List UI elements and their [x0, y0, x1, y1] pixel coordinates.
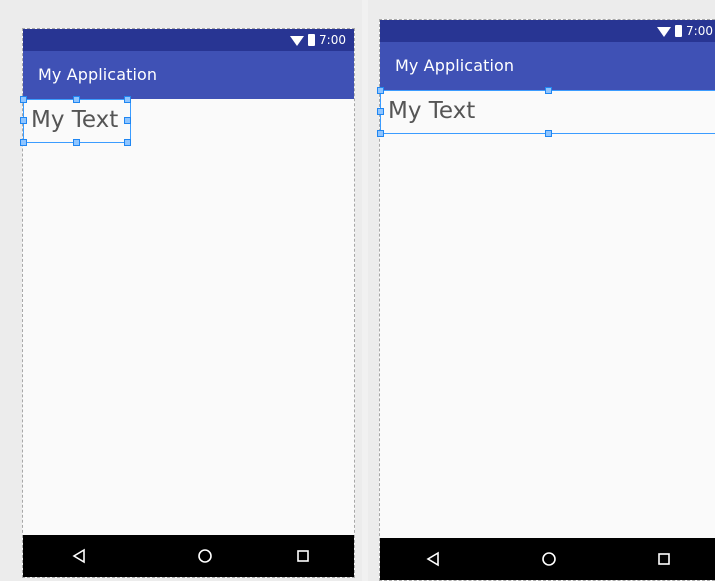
status-time: 7:00	[686, 24, 713, 38]
recent-apps-icon[interactable]	[650, 538, 678, 580]
selection-handle-top-middle[interactable]	[73, 96, 80, 103]
app-title: My Application	[38, 65, 158, 84]
status-icons: 7:00	[290, 32, 346, 48]
selection-handle-bottom-middle[interactable]	[545, 130, 552, 137]
status-time: 7:00	[319, 33, 346, 47]
home-icon[interactable]	[535, 538, 563, 580]
wifi-icon	[290, 35, 305, 46]
home-circle-icon	[542, 552, 556, 566]
back-triangle-icon	[72, 548, 85, 564]
recent-square-icon	[658, 553, 670, 565]
my-text-label[interactable]: My Text	[31, 106, 118, 134]
selection-handle-top-right[interactable]	[124, 96, 131, 103]
navigation-bar	[23, 535, 354, 577]
navigation-bar	[380, 538, 715, 580]
selection-handle-bottom-left[interactable]	[20, 139, 27, 146]
selection-handle-top-middle[interactable]	[545, 87, 552, 94]
app-title: My Application	[395, 56, 515, 75]
battery-icon	[675, 25, 683, 37]
home-circle-icon	[198, 549, 212, 563]
selection-handle-bottom-middle[interactable]	[73, 139, 80, 146]
back-triangle-icon	[426, 551, 439, 567]
back-icon[interactable]	[65, 535, 93, 577]
selection-handle-top-left[interactable]	[20, 96, 27, 103]
status-bar: 7:00	[380, 20, 715, 42]
content-area: My Text	[377, 87, 715, 538]
home-icon[interactable]	[191, 535, 219, 577]
right-device-preview: 7:00 My Application My Text	[377, 19, 715, 581]
status-bar: 7:00	[23, 29, 354, 51]
left-device-preview: 7:00 My Application My Text	[20, 28, 355, 578]
selection-handle-bottom-right[interactable]	[124, 139, 131, 146]
selection-handle-middle-left[interactable]	[20, 117, 27, 124]
selection-handle-bottom-left[interactable]	[377, 130, 384, 137]
wifi-icon	[657, 26, 672, 37]
back-icon[interactable]	[419, 538, 447, 580]
content-area: My Text	[20, 96, 354, 535]
selection-handle-middle-left[interactable]	[377, 108, 384, 115]
my-text-label[interactable]: My Text	[388, 97, 475, 125]
selection-handle-top-left[interactable]	[377, 87, 384, 94]
app-bar: My Application	[380, 42, 715, 90]
selection-handle-middle-right[interactable]	[124, 117, 131, 124]
recent-square-icon	[297, 550, 309, 562]
recent-apps-icon[interactable]	[289, 535, 317, 577]
battery-icon	[308, 34, 316, 46]
app-bar: My Application	[23, 51, 354, 99]
status-icons: 7:00	[657, 23, 713, 39]
